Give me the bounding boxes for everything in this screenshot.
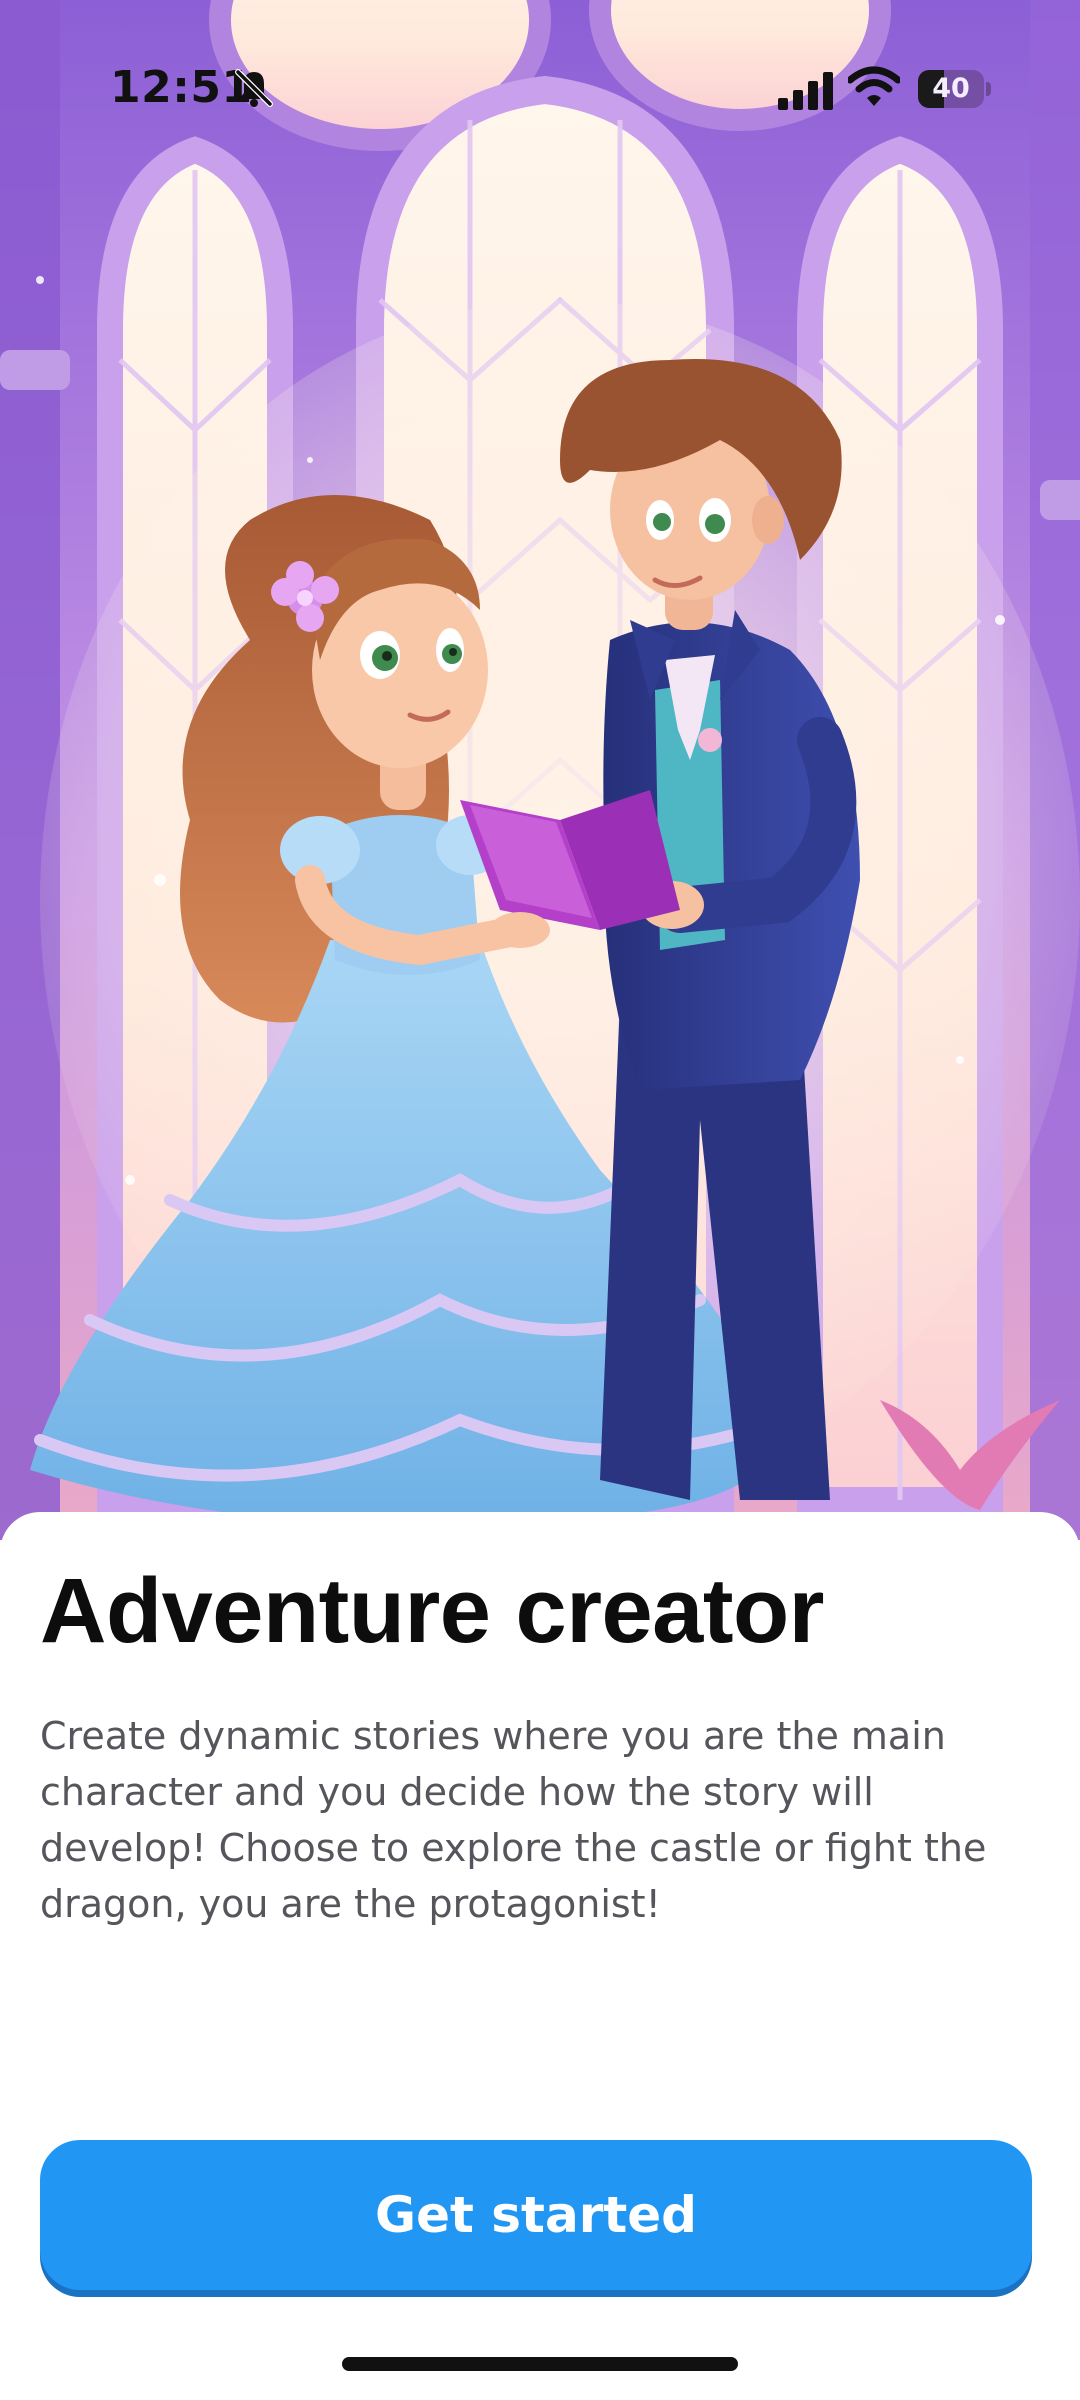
bell-slash-icon (235, 69, 273, 107)
battery-nub (986, 82, 991, 96)
hero-illustration (0, 0, 1080, 1540)
castle-scene-illustration (0, 0, 1080, 1540)
onboarding-card: Adventure creator Create dynamic stories… (0, 1512, 1080, 2400)
page-title: Adventure creator (40, 1560, 824, 1662)
page-description: Create dynamic stories where you are the… (40, 1714, 987, 1926)
onboarding-screen: 12:51 40 Adventure creator Create dynami… (0, 0, 1080, 2400)
battery-icon: 40 (918, 70, 984, 108)
home-indicator[interactable] (342, 2357, 738, 2371)
status-bar: 12:51 40 (0, 0, 1080, 180)
get-started-button[interactable]: Get started (40, 2140, 1032, 2290)
wifi-icon (848, 66, 900, 106)
cellular-signal-icon (778, 72, 833, 110)
battery-level: 40 (932, 73, 970, 104)
battery-indicator: 40 (918, 70, 992, 108)
